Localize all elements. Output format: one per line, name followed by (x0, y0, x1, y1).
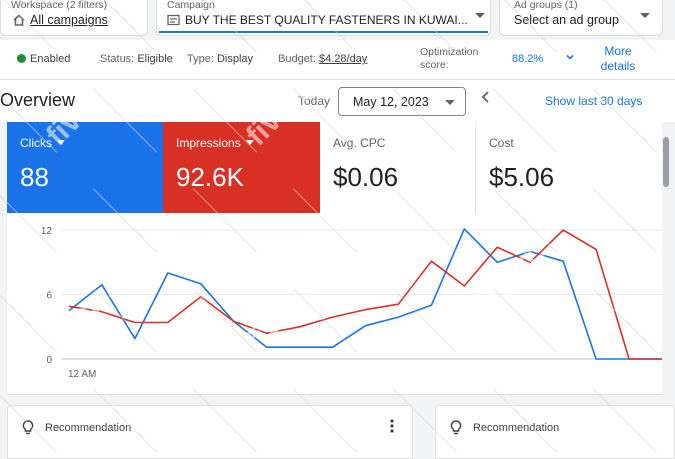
cost-card[interactable]: Cost $5.06 (476, 122, 662, 213)
clicks-series-line (68, 228, 662, 360)
chevron-down-icon[interactable] (565, 52, 575, 65)
workspace-selector[interactable]: Workspace (2 filters) All campaigns (0, 0, 148, 36)
optimization-score-value[interactable]: 88.2% (512, 53, 543, 65)
campaign-dropdown-icon (475, 13, 485, 18)
optimization-score-label: Optimization score: (420, 46, 479, 71)
lightbulb-icon (22, 420, 34, 435)
impressions-card[interactable]: Impressions 92.6K (163, 122, 320, 213)
show-last-30-days-link[interactable]: Show last 30 days (545, 94, 642, 108)
ad-group-value: Select an ad group (514, 13, 619, 27)
y-tick-label: 12 (41, 226, 53, 237)
avg-cpc-value: $0.06 (333, 162, 399, 192)
type-info: Type: Display (187, 53, 254, 65)
ad-group-dropdown-icon (640, 13, 650, 18)
clicks-label: Clicks (20, 136, 52, 150)
home-icon (13, 14, 25, 26)
metric-cards: Clicks 88 Impressions 92.6K Avg. CPC $0.… (7, 122, 662, 213)
avg-cpc-card[interactable]: Avg. CPC $0.06 (320, 122, 476, 213)
display-campaign-icon (167, 14, 180, 26)
avg-cpc-label: Avg. CPC (333, 136, 386, 150)
today-label: Today (298, 94, 331, 108)
budget-value: $4.28/day (318, 53, 368, 65)
y-tick-label: 0 (46, 355, 52, 366)
previous-period-icon[interactable] (480, 90, 492, 108)
clicks-dropdown-icon (57, 140, 65, 145)
impressions-label: Impressions (176, 136, 241, 150)
ad-group-caption: Ad groups (1) (514, 0, 578, 11)
line-chart-svg: 12 6 0 12 AM (41, 226, 662, 380)
scrollbar-thumb[interactable] (663, 137, 669, 187)
x-tick-label: 12 AM (68, 369, 96, 380)
cost-label: Cost (489, 136, 514, 150)
workspace-caption: Workspace (2 filters) (11, 0, 108, 11)
recommendation-card-1[interactable]: Recommendation (7, 405, 413, 459)
clicks-card[interactable]: Clicks 88 (7, 122, 163, 213)
top-selector-bar: Workspace (2 filters) All campaigns Camp… (0, 0, 675, 40)
recommendation-label: Recommendation (473, 422, 560, 434)
campaign-value: BUY THE BEST QUALITY FASTENERS IN KUWAI.… (185, 13, 468, 27)
campaign-caption: Campaign (167, 0, 215, 11)
campaign-status-row: Enabled Status: Eligible Type: Display B… (0, 40, 675, 80)
ad-group-selector[interactable]: Ad groups (1) Select an ad group (499, 0, 663, 36)
impressions-value: 92.6K (176, 162, 244, 192)
workspace-value: All campaigns (30, 13, 108, 27)
status-info: Status: Eligible (100, 53, 173, 65)
lightbulb-icon (450, 420, 462, 435)
y-tick-label: 6 (46, 291, 52, 302)
recommendation-card-2[interactable]: Recommendation (435, 405, 675, 459)
more-vert-icon[interactable] (390, 418, 394, 438)
date-picker[interactable]: May 12, 2023 (338, 87, 466, 116)
campaign-focus-underline (159, 31, 488, 33)
date-dropdown-icon (445, 100, 455, 105)
clicks-value: 88 (20, 162, 49, 192)
date-value: May 12, 2023 (353, 95, 429, 109)
recommendation-label: Recommendation (45, 422, 132, 434)
enabled-dot-icon (17, 54, 26, 63)
more-details-link[interactable]: More details (598, 44, 638, 74)
performance-chart: 12 6 0 12 AM (7, 213, 662, 395)
enabled-status[interactable]: Enabled (17, 53, 70, 65)
impressions-dropdown-icon (245, 140, 254, 145)
page-title: Overview (0, 90, 76, 110)
overview-header: Overview Today May 12, 2023 Show last 30… (0, 80, 675, 122)
campaign-selector[interactable]: Campaign BUY THE BEST QUALITY FASTENERS … (156, 0, 491, 36)
cost-value: $5.06 (489, 162, 555, 192)
budget-info[interactable]: Budget: $4.28/day (278, 53, 367, 65)
